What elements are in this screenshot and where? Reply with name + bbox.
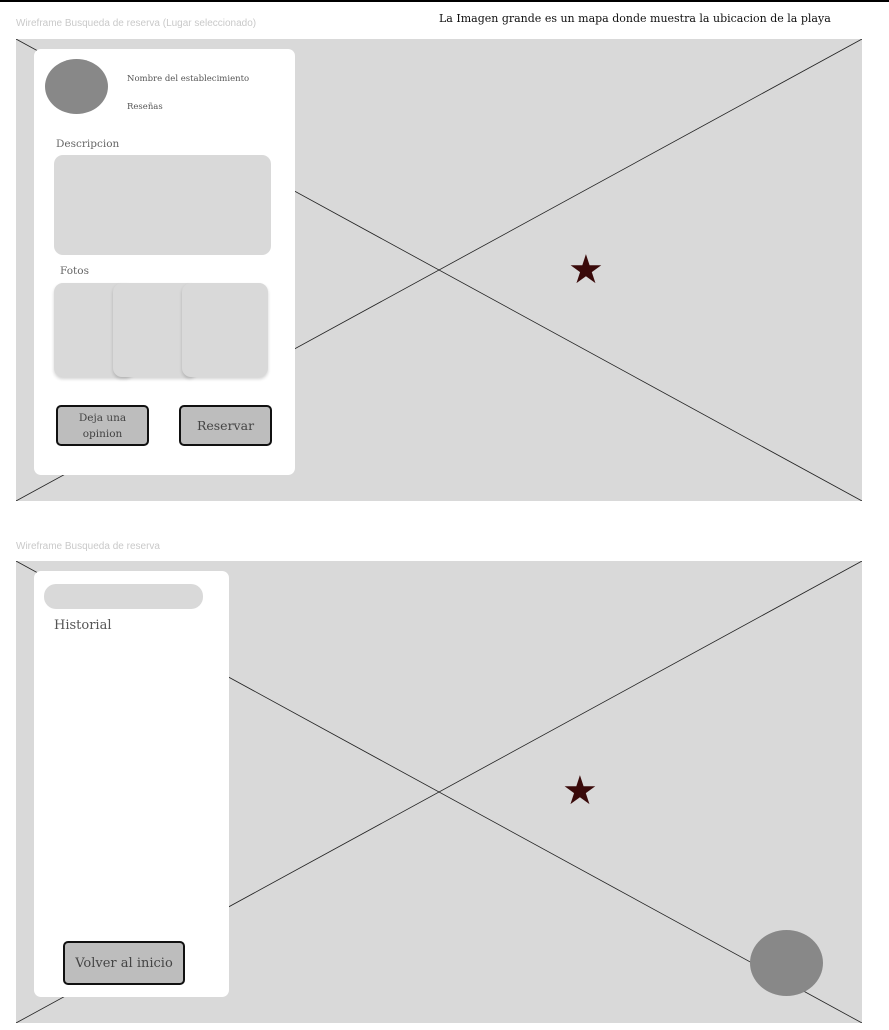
frame-label-selected-place: Wireframe Busqueda de reserva (Lugar sel…: [16, 18, 257, 29]
photos-label: Fotos: [60, 265, 89, 277]
history-panel: Historial Volver al inicio: [34, 571, 229, 997]
reviews-link[interactable]: Reseñas: [127, 102, 163, 112]
user-avatar-button[interactable]: [750, 930, 823, 996]
top-divider: [0, 0, 889, 2]
leave-opinion-button[interactable]: Deja una opinion: [56, 405, 149, 446]
annotation-note: La Imagen grande es un mapa donde muestr…: [439, 12, 831, 25]
search-input[interactable]: [44, 584, 203, 609]
description-label: Descripcion: [56, 138, 120, 150]
place-detail-panel: Nombre del establecimiento Reseñas Descr…: [34, 49, 295, 475]
establishment-name: Nombre del establecimiento: [127, 74, 250, 84]
establishment-avatar: [45, 59, 108, 114]
history-label: Historial: [54, 618, 112, 633]
description-box: [54, 155, 271, 255]
back-to-home-button[interactable]: Volver al inicio: [63, 941, 185, 985]
map-location-star-icon[interactable]: ★: [568, 250, 604, 290]
map-location-star-icon[interactable]: ★: [562, 771, 598, 811]
photo-thumbnail[interactable]: [182, 283, 268, 377]
frame-label-search: Wireframe Busqueda de reserva: [16, 541, 160, 552]
reserve-button[interactable]: Reservar: [179, 405, 272, 446]
